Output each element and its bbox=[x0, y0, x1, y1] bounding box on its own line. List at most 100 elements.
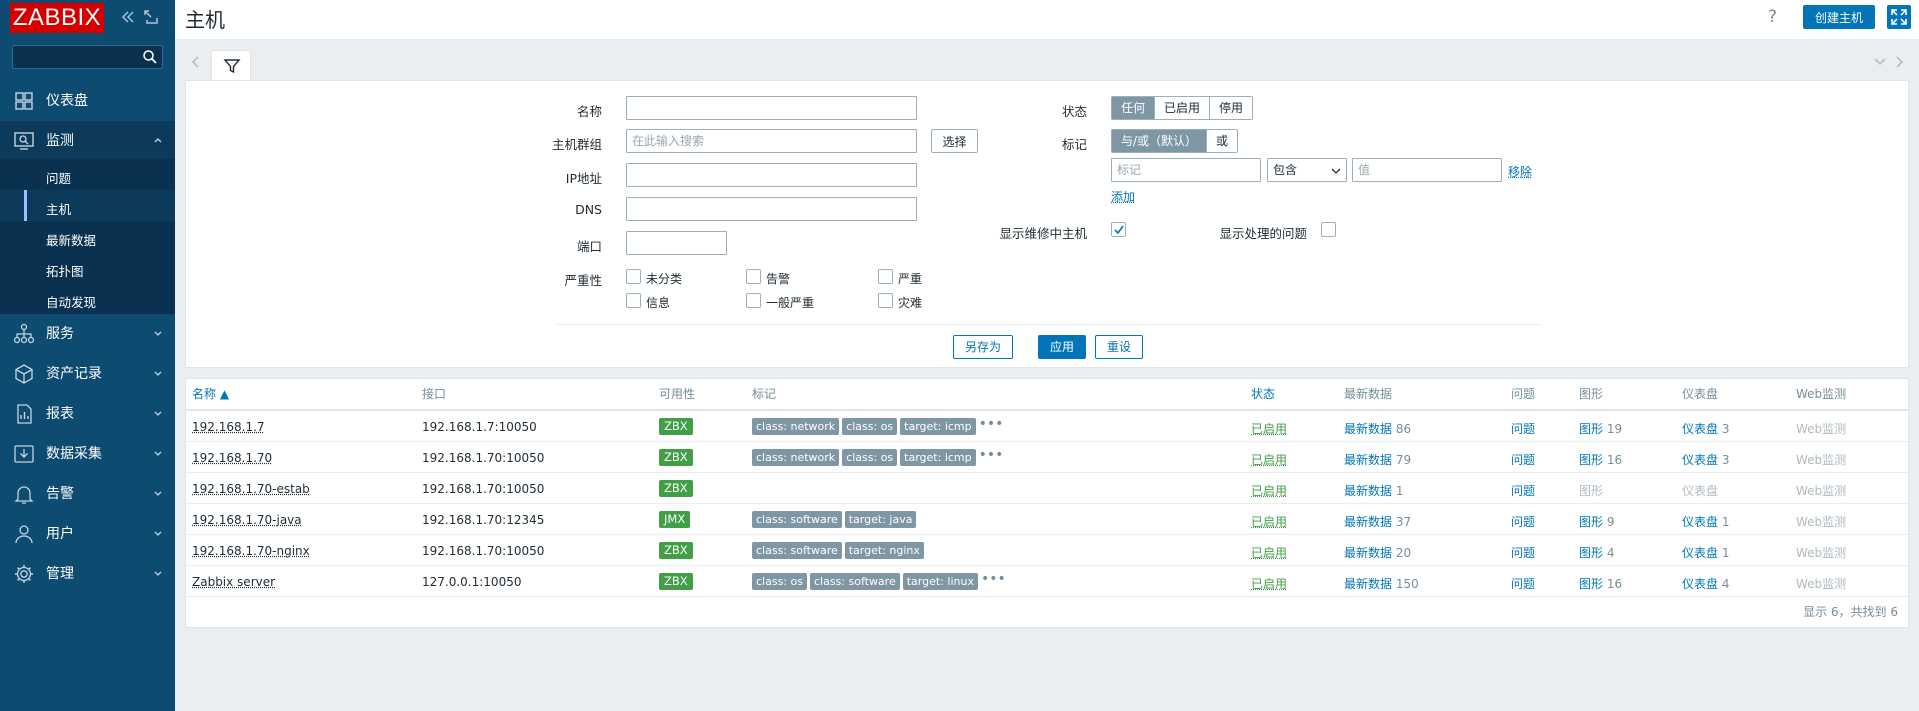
graphs-link[interactable]: 图形 bbox=[1579, 422, 1603, 436]
status-disabled-option[interactable]: 停用 bbox=[1210, 97, 1252, 119]
latest-data-link[interactable]: 最新数据 bbox=[1344, 422, 1392, 436]
kiosk-mode-icon[interactable] bbox=[143, 9, 159, 25]
latest-data-link[interactable]: 最新数据 bbox=[1344, 515, 1392, 529]
problems-link[interactable]: 问题 bbox=[1511, 451, 1535, 468]
availability-badge[interactable]: JMX bbox=[659, 511, 691, 528]
sidebar-subitem-problems[interactable]: 问题 bbox=[0, 159, 175, 190]
graphs-link[interactable]: 图形 bbox=[1579, 484, 1603, 498]
sidebar-search-input[interactable] bbox=[12, 45, 163, 69]
dashboards-link[interactable]: 仪表盘 bbox=[1682, 422, 1718, 436]
availability-badge[interactable]: ZBX bbox=[659, 418, 693, 435]
sidebar-subitem-discovery[interactable]: 自动发现 bbox=[0, 283, 175, 314]
dashboards-link[interactable]: 仪表盘 bbox=[1682, 484, 1718, 498]
host-status-link[interactable]: 已启用 bbox=[1251, 482, 1287, 499]
chevron-right-icon[interactable] bbox=[1893, 54, 1905, 70]
host-name-link[interactable]: 192.168.1.7 bbox=[192, 420, 265, 434]
collapse-sidebar-icon[interactable] bbox=[120, 9, 136, 25]
apply-button[interactable]: 应用 bbox=[1038, 335, 1086, 359]
sidebar-item-users[interactable]: 用户 bbox=[0, 514, 175, 552]
ip-input[interactable] bbox=[626, 163, 917, 187]
dns-input[interactable] bbox=[626, 197, 917, 221]
host-status-link[interactable]: 已启用 bbox=[1251, 420, 1287, 437]
more-tags-icon[interactable]: ••• bbox=[981, 572, 1006, 590]
tag-name-input[interactable] bbox=[1111, 158, 1261, 182]
severity-warning-checkbox[interactable] bbox=[746, 269, 761, 284]
create-host-button[interactable]: 创建主机 bbox=[1803, 5, 1875, 29]
select-hostgroups-button[interactable]: 选择 bbox=[931, 129, 978, 153]
host-name-link[interactable]: 192.168.1.70 bbox=[192, 451, 272, 465]
more-tags-icon[interactable]: ••• bbox=[979, 448, 1004, 466]
problems-link[interactable]: 问题 bbox=[1511, 513, 1535, 530]
remove-tag-link[interactable]: 移除 bbox=[1508, 163, 1532, 180]
severity-information-checkbox[interactable] bbox=[626, 293, 641, 308]
sidebar-item-inventory[interactable]: 资产记录 bbox=[0, 354, 175, 392]
problems-link[interactable]: 问题 bbox=[1511, 575, 1535, 592]
tag-operator-select[interactable]: 包含 bbox=[1267, 158, 1347, 182]
dashboards-link[interactable]: 仪表盘 bbox=[1682, 577, 1718, 591]
reset-button[interactable]: 重设 bbox=[1095, 335, 1143, 359]
dashboards-link[interactable]: 仪表盘 bbox=[1682, 453, 1718, 467]
status-any-option[interactable]: 任何 bbox=[1112, 97, 1156, 119]
sidebar-item-alerts[interactable]: 告警 bbox=[0, 474, 175, 512]
save-as-button[interactable]: 另存为 bbox=[953, 335, 1013, 359]
severity-average-checkbox[interactable] bbox=[746, 293, 761, 308]
latest-data-link[interactable]: 最新数据 bbox=[1344, 484, 1392, 498]
problems-link[interactable]: 问题 bbox=[1511, 420, 1535, 437]
sidebar-item-administration[interactable]: 管理 bbox=[0, 554, 175, 592]
fullscreen-button[interactable] bbox=[1887, 5, 1911, 29]
availability-badge[interactable]: ZBX bbox=[659, 542, 693, 559]
more-tags-icon[interactable]: ••• bbox=[979, 417, 1004, 435]
problems-link[interactable]: 问题 bbox=[1511, 544, 1535, 561]
column-header-name[interactable]: 名称 ▲ bbox=[192, 385, 229, 402]
dashboards-link[interactable]: 仪表盘 bbox=[1682, 546, 1718, 560]
host-name-link[interactable]: 192.168.1.70-nginx bbox=[192, 544, 310, 558]
name-input[interactable] bbox=[626, 96, 917, 120]
host-status-link[interactable]: 已启用 bbox=[1251, 544, 1287, 561]
latest-data-link[interactable]: 最新数据 bbox=[1344, 453, 1392, 467]
sidebar-subitem-maps[interactable]: 拓扑图 bbox=[0, 252, 175, 283]
severity-high-checkbox[interactable] bbox=[878, 269, 893, 284]
tag-value-input[interactable] bbox=[1352, 158, 1502, 182]
sidebar-subitem-latest-data[interactable]: 最新数据 bbox=[0, 221, 175, 252]
chevron-left-icon[interactable] bbox=[190, 54, 202, 70]
port-input[interactable] bbox=[626, 231, 727, 255]
host-status-link[interactable]: 已启用 bbox=[1251, 451, 1287, 468]
hostgroups-input[interactable] bbox=[626, 129, 917, 153]
host-name-link[interactable]: Zabbix server bbox=[192, 575, 275, 589]
severity-not-classified-checkbox[interactable] bbox=[626, 269, 641, 284]
dashboards-link[interactable]: 仪表盘 bbox=[1682, 515, 1718, 529]
search-icon[interactable] bbox=[142, 49, 158, 65]
chevron-down-icon[interactable] bbox=[1873, 56, 1887, 68]
availability-badge[interactable]: ZBX bbox=[659, 480, 693, 497]
sidebar-item-services[interactable]: 服务 bbox=[0, 314, 175, 352]
graphs-link[interactable]: 图形 bbox=[1579, 515, 1603, 529]
host-status-link[interactable]: 已启用 bbox=[1251, 575, 1287, 592]
add-tag-link[interactable]: 添加 bbox=[1111, 188, 1135, 205]
host-name-link[interactable]: 192.168.1.70-estab bbox=[192, 482, 310, 496]
status-enabled-option[interactable]: 已启用 bbox=[1155, 97, 1211, 119]
host-name-link[interactable]: 192.168.1.70-java bbox=[192, 513, 302, 527]
sidebar-subitem-hosts[interactable]: 主机 bbox=[0, 190, 175, 221]
tags-and-or-option[interactable]: 与/或（默认） bbox=[1112, 130, 1208, 152]
latest-data-link[interactable]: 最新数据 bbox=[1344, 546, 1392, 560]
graphs-link[interactable]: 图形 bbox=[1579, 546, 1603, 560]
latest-data-link[interactable]: 最新数据 bbox=[1344, 577, 1392, 591]
availability-badge[interactable]: ZBX bbox=[659, 449, 693, 466]
sidebar-item-monitoring[interactable]: 监测 bbox=[0, 121, 175, 159]
sidebar-item-reports[interactable]: 报表 bbox=[0, 394, 175, 432]
help-icon[interactable]: ? bbox=[1768, 7, 1777, 27]
column-header-status[interactable]: 状态 bbox=[1251, 385, 1275, 402]
show-maintenance-checkbox[interactable] bbox=[1111, 222, 1126, 237]
show-suppressed-checkbox[interactable] bbox=[1321, 222, 1336, 237]
tags-or-option[interactable]: 或 bbox=[1207, 130, 1237, 152]
severity-disaster-checkbox[interactable] bbox=[878, 293, 893, 308]
availability-badge[interactable]: ZBX bbox=[659, 573, 693, 590]
sidebar-item-data-collection[interactable]: 数据采集 bbox=[0, 434, 175, 472]
zabbix-logo[interactable]: ZABBIX bbox=[10, 3, 104, 33]
host-status-link[interactable]: 已启用 bbox=[1251, 513, 1287, 530]
sidebar-item-dashboards[interactable]: 仪表盘 bbox=[0, 81, 175, 119]
graphs-link[interactable]: 图形 bbox=[1579, 453, 1603, 467]
tab-filter[interactable] bbox=[211, 50, 251, 82]
problems-link[interactable]: 问题 bbox=[1511, 482, 1535, 499]
graphs-link[interactable]: 图形 bbox=[1579, 577, 1603, 591]
